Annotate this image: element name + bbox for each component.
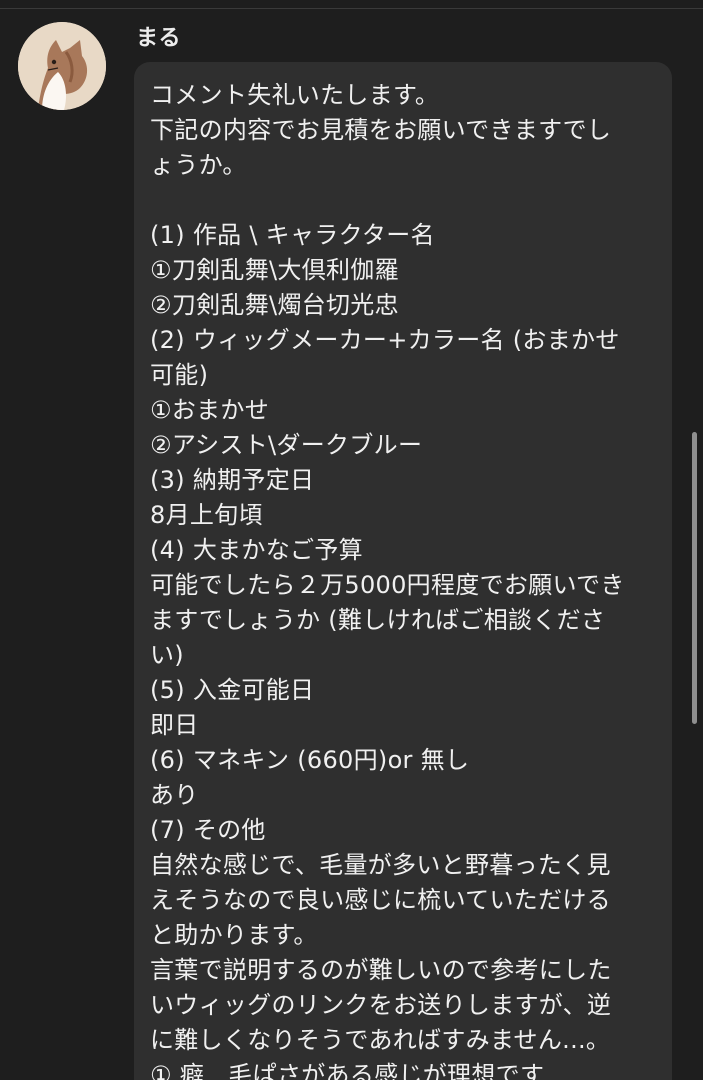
message-line: コメント失礼いたします。 [150, 81, 440, 109]
scrollbar-thumb[interactable] [692, 432, 697, 724]
message-line: ①刀剣乱舞\大倶利伽羅 [150, 256, 399, 284]
message-line: に難しくなりそうであればすみません...。 [150, 1026, 611, 1054]
message-line: ①おまかせ [150, 396, 270, 424]
message-line: い) [150, 641, 184, 669]
message-line: 可能でしたら２万5000円程度でお願いでき [150, 571, 625, 599]
message-line: (5) 入金可能日 [150, 676, 315, 704]
message-line [150, 183, 660, 218]
message-line: と助かります。 [150, 921, 318, 949]
message-line: ②刀剣乱舞\燭台切光忠 [150, 291, 399, 319]
message-line: (3) 納期予定日 [150, 466, 315, 494]
message-line: (7) その他 [150, 816, 266, 844]
comment-author-name[interactable]: まる [136, 24, 181, 54]
message-line: えそうなので良い感じに梳いていただける [150, 886, 611, 914]
message-line: あり [150, 781, 199, 809]
message-line: 8月上旬頃 [150, 501, 263, 529]
cat-avatar-icon[interactable] [18, 22, 106, 110]
message-line: (4) 大まかなご予算 [150, 536, 363, 564]
message-line: ますでしょうか (難しければご相談くださ [150, 606, 606, 634]
message-line: (6) マネキン (660円)or 無し [150, 746, 470, 774]
message-line: 自然な感じで、毛量が多いと野暮ったく見 [150, 851, 611, 879]
message-line: いウィッグのリンクをお送りしますが、逆 [150, 991, 612, 1019]
message-line: (1) 作品 \ キャラクター名 [150, 221, 435, 249]
message-line: ②アシスト\ダークブルー [150, 431, 423, 459]
message-line: 下記の内容でお見積をお願いできますでし [150, 116, 612, 144]
message-line: ょうか。 [150, 151, 247, 179]
comment-message-body: コメント失礼いたします。 下記の内容でお見積をお願いできますでし ょうか。 (1… [150, 78, 660, 1080]
message-line: ① 癖 毛ぱさがある感じが理想です [150, 1061, 545, 1080]
message-line: 即日 [150, 711, 199, 739]
message-line: 可能) [150, 361, 209, 389]
comment-bubble: コメント失礼いたします。 下記の内容でお見積をお願いできますでし ょうか。 (1… [134, 62, 672, 1080]
message-line: (2) ウィッグメーカー+カラー名 (おまかせ [150, 326, 620, 354]
message-line: 言葉で説明するのが難しいので参考にした [150, 956, 612, 984]
top-divider [0, 8, 703, 9]
